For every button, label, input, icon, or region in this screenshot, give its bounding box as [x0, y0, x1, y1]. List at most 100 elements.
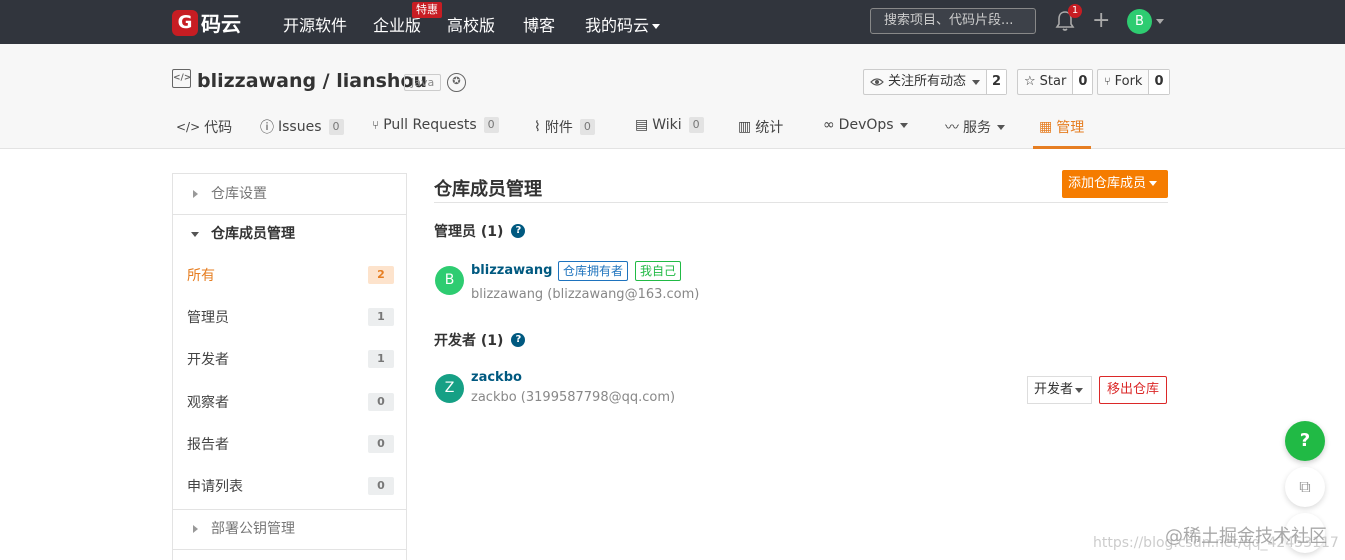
help-icon[interactable]: ? [511, 224, 526, 238]
divider [173, 549, 406, 550]
member-name-link[interactable]: blizzawang [471, 263, 552, 278]
tab-pull-requests[interactable]: ⑂ Pull Requests 0 [372, 117, 499, 133]
tab-pulls-count: 0 [483, 117, 499, 133]
tab-wiki[interactable]: ▤ Wiki 0 [635, 117, 704, 133]
language-tag[interactable]: Java [404, 74, 442, 91]
developers-heading-label: 开发者 (1) [434, 333, 504, 349]
chevron-down-icon [899, 122, 908, 128]
add-member-button[interactable]: 添加仓库成员 [1062, 170, 1168, 198]
gitee-logo[interactable]: G 码云 [172, 8, 241, 37]
sidebar-repo-settings[interactable]: 仓库设置 [173, 174, 406, 214]
nav-education[interactable]: 高校版 [447, 12, 495, 36]
avatar[interactable]: B [435, 266, 464, 295]
search-input[interactable]: 搜索项目、代码片段... [870, 8, 1036, 34]
watch-count[interactable]: 2 [986, 70, 1007, 94]
pulse-icon: 〰 [945, 120, 959, 136]
settings-sidebar: 仓库设置 仓库成员管理 所有 2 管理员 1 开发者 1 观察者 0 报告者 0 申请列表… [172, 173, 407, 560]
sidebar-item-label: 报告者 [187, 437, 229, 453]
tab-code[interactable]: </> 代码 [176, 117, 232, 137]
self-tag: 我自己 [635, 261, 682, 281]
eye-icon [870, 78, 884, 86]
nav-my-gitee-label: 我的码云 [585, 16, 650, 35]
tab-wiki-label: Wiki [652, 117, 682, 133]
watch-label: 关注所有动态 [888, 74, 967, 89]
member-detail: zackbo (3199587798@qq.com) [471, 390, 676, 405]
star-count[interactable]: 0 [1072, 70, 1093, 94]
sidebar-item-count: 1 [368, 350, 394, 368]
caret-down-icon [191, 232, 199, 237]
star-icon: ☆ [1024, 74, 1036, 89]
chevron-down-icon [972, 79, 981, 85]
fork-icon: ⑂ [1104, 75, 1111, 88]
role-select[interactable]: 开发者 [1027, 376, 1092, 404]
sidebar-item-label: 观察者 [187, 395, 229, 411]
nav-blog[interactable]: 博客 [523, 12, 555, 36]
tab-services-label: 服务 [963, 120, 991, 136]
issue-icon: ⓘ [260, 120, 274, 136]
tab-manage[interactable]: ▦ 管理 [1039, 117, 1084, 137]
avatar[interactable]: Z [435, 374, 464, 403]
feedback-edit-icon[interactable]: ⧉ [1285, 467, 1325, 507]
floating-help-button[interactable]: ? [1285, 421, 1325, 461]
sidebar-item-count: 1 [368, 308, 394, 326]
add-member-label: 添加仓库成员 [1068, 176, 1147, 191]
sidebar-item-applications[interactable]: 申请列表 0 [187, 476, 394, 496]
chevron-down-icon[interactable] [1156, 19, 1164, 24]
plus-icon[interactable]: + [1092, 8, 1110, 34]
sidebar-deploy-keys-label: 部署公钥管理 [211, 521, 295, 537]
tab-wiki-count: 0 [688, 117, 704, 133]
user-avatar[interactable]: B [1127, 9, 1152, 34]
star-button[interactable]: ☆ Star [1018, 70, 1072, 94]
chevron-down-icon [1149, 181, 1158, 186]
fork-button-group[interactable]: ⑂ Fork 0 [1097, 69, 1170, 95]
sidebar-item-observers[interactable]: 观察者 0 [187, 392, 394, 412]
watch-button[interactable]: 关注所有动态 [864, 70, 986, 94]
fork-count[interactable]: 0 [1148, 70, 1169, 94]
sidebar-item-all[interactable]: 所有 2 [187, 265, 394, 285]
sidebar-item-admins[interactable]: 管理员 1 [187, 307, 394, 327]
bar-chart-icon: ▥ [738, 119, 752, 135]
repo-title[interactable]: blizzawang / lianshou [197, 70, 427, 92]
admins-heading-label: 管理员 (1) [434, 224, 504, 240]
sidebar-item-count: 0 [368, 393, 394, 411]
tab-services[interactable]: 〰服务 [945, 117, 1005, 137]
nav-open-source[interactable]: 开源软件 [283, 12, 347, 36]
notification-count-badge: 1 [1068, 4, 1082, 18]
fork-label: Fork [1114, 74, 1143, 89]
role-select-value: 开发者 [1034, 382, 1074, 397]
tab-devops-label: DevOps [838, 117, 894, 133]
tab-attachments-label: 附件 [544, 120, 573, 136]
tab-issues[interactable]: ⓘ Issues 0 [260, 117, 344, 137]
tab-issues-label: Issues [278, 119, 322, 135]
sidebar-item-count: 2 [368, 266, 394, 284]
manage-doc-icon: ▦ [1039, 119, 1053, 135]
logo-text: 码云 [201, 12, 241, 36]
help-icon[interactable]: ? [511, 333, 526, 347]
sidebar-member-mgmt[interactable]: 仓库成员管理 [173, 214, 406, 254]
caret-right-icon [193, 525, 198, 533]
recommend-badge-icon[interactable]: ✪ [447, 73, 466, 92]
tab-attachments[interactable]: ⌇ 附件 0 [534, 117, 595, 137]
developers-heading: 开发者 (1) ? [434, 330, 526, 350]
sidebar-item-reporters[interactable]: 报告者 0 [187, 434, 394, 454]
top-navbar: G 码云 开源软件 企业版 特惠 高校版 博客 我的码云 搜索项目、代码片段..… [0, 0, 1345, 44]
code-repo-icon: </> [172, 69, 191, 88]
sidebar-deploy-keys[interactable]: 部署公钥管理 [173, 509, 406, 549]
caret-right-icon [193, 190, 198, 198]
star-button-group[interactable]: ☆ Star 0 [1017, 69, 1094, 95]
nav-my-gitee[interactable]: 我的码云 [585, 12, 661, 36]
watch-button-group[interactable]: 关注所有动态 2 [863, 69, 1008, 95]
remove-member-button[interactable]: 移出仓库 [1099, 376, 1167, 404]
watermark-text: @稀土掘金技术社区 [1165, 526, 1327, 547]
tab-devops[interactable]: ∞ DevOps [823, 117, 908, 133]
sidebar-item-count: 0 [368, 477, 394, 495]
sidebar-item-developers[interactable]: 开发者 1 [187, 349, 394, 369]
member-name-link[interactable]: zackbo [471, 370, 522, 385]
fork-button[interactable]: ⑂ Fork [1098, 70, 1148, 94]
tab-stats[interactable]: ▥ 统计 [738, 117, 783, 137]
chevron-down-icon [652, 24, 661, 29]
promo-badge: 特惠 [412, 2, 442, 18]
project-header: </> blizzawang / lianshou Java ✪ 关注所有动态 … [0, 44, 1345, 149]
sidebar-item-count: 0 [368, 435, 394, 453]
chevron-down-icon [1075, 388, 1084, 393]
